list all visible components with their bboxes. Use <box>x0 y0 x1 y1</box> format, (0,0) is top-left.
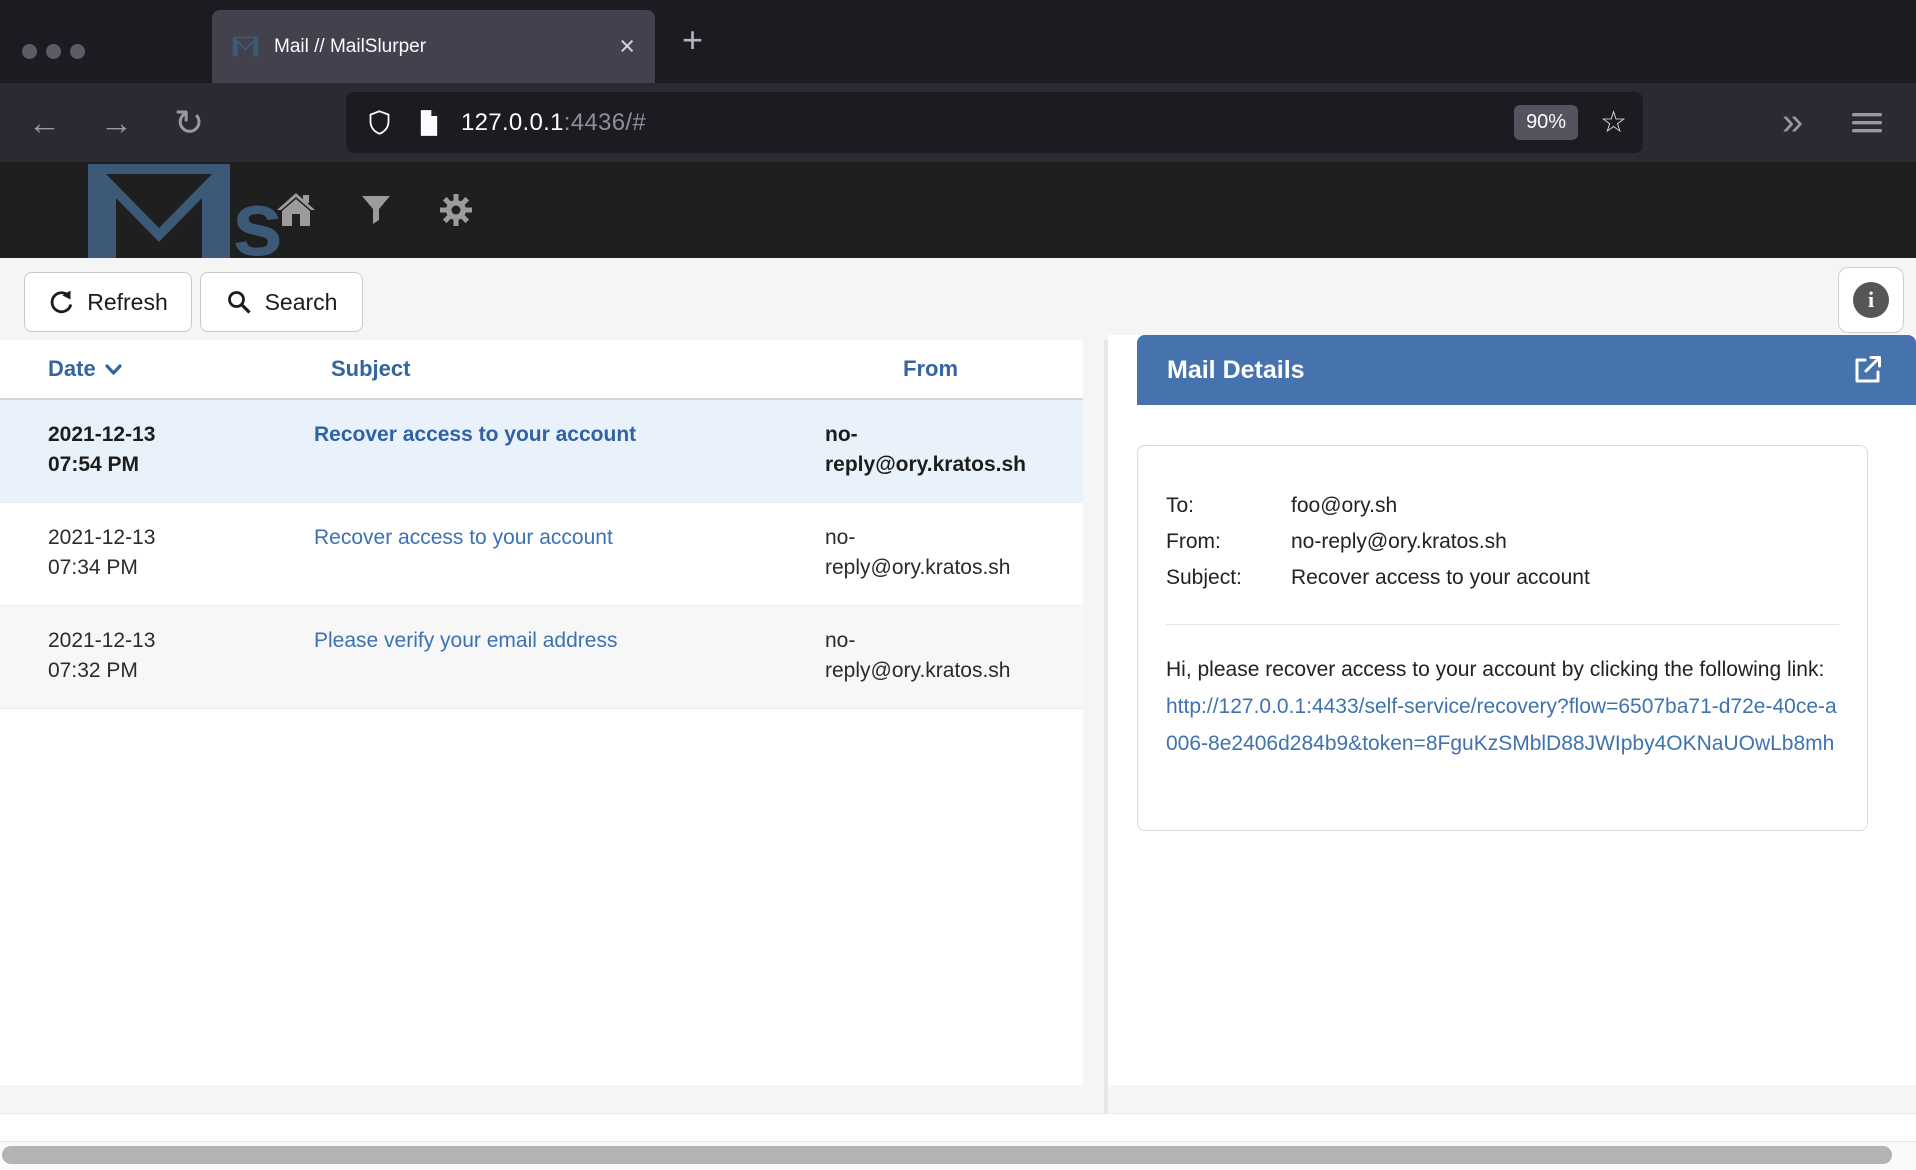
browser-tab-strip: Mail // MailSlurper × + <box>0 0 1916 83</box>
mailslurper-favicon-icon <box>232 36 259 57</box>
column-header-date[interactable]: Date <box>0 356 266 382</box>
shield-icon[interactable] <box>366 109 393 136</box>
mail-list-header: Date Subject From <box>0 340 1083 400</box>
window-dot-icon[interactable] <box>70 44 85 59</box>
search-button[interactable]: Search <box>200 272 363 332</box>
mail-details-header: Mail Details <box>1137 335 1916 405</box>
page-icon[interactable] <box>417 109 441 137</box>
url-bar[interactable]: 127.0.0.1:4436/# 90% ☆ <box>346 92 1643 153</box>
bookmark-star-icon[interactable]: ☆ <box>1600 105 1627 140</box>
refresh-button[interactable]: Refresh <box>24 272 192 332</box>
mail-from: no-reply@ory.kratos.sh <box>778 523 1083 583</box>
horizontal-scrollbar[interactable] <box>0 1142 1916 1170</box>
home-icon[interactable] <box>276 192 316 228</box>
tab-close-icon[interactable]: × <box>619 33 635 60</box>
mail-from: no-reply@ory.kratos.sh <box>778 420 1083 480</box>
back-icon[interactable]: ← <box>28 83 61 162</box>
refresh-icon <box>48 289 74 315</box>
mail-row[interactable]: 2021-12-13 07:54 PM Recover access to yo… <box>0 400 1083 503</box>
column-header-subject[interactable]: Subject <box>266 356 778 382</box>
zoom-level-badge[interactable]: 90% <box>1514 105 1578 140</box>
forward-icon[interactable]: → <box>100 83 133 162</box>
settings-gear-icon[interactable] <box>436 191 476 229</box>
browser-tab[interactable]: Mail // MailSlurper × <box>212 10 655 83</box>
subject-label: Subject: <box>1166 560 1291 596</box>
column-header-from[interactable]: From <box>778 356 1083 382</box>
mail-details-title: Mail Details <box>1167 356 1305 385</box>
to-value: foo@ory.sh <box>1291 488 1839 524</box>
open-external-icon[interactable] <box>1850 352 1886 388</box>
mail-subject-link[interactable]: Please verify your email address <box>314 629 617 652</box>
from-value: no-reply@ory.kratos.sh <box>1291 524 1839 560</box>
menu-hamburger-icon[interactable] <box>1850 83 1884 162</box>
mail-row[interactable]: 2021-12-13 07:34 PM Recover access to yo… <box>0 503 1083 606</box>
mail-date: 2021-12-13 07:32 PM <box>0 626 266 686</box>
new-tab-button[interactable]: + <box>682 22 703 58</box>
filter-icon[interactable] <box>356 193 396 227</box>
url-host: 127.0.0.1 <box>461 109 564 136</box>
from-label: From: <box>1166 524 1291 560</box>
mail-subject-link[interactable]: Recover access to your account <box>314 423 636 446</box>
window-controls[interactable] <box>22 44 85 59</box>
mail-body: Hi, please recover access to your accoun… <box>1166 651 1839 762</box>
reload-icon[interactable]: ↻ <box>174 83 204 162</box>
bottom-strip <box>0 1113 1916 1142</box>
browser-toolbar: ← → ↻ 127.0.0.1:4436/# 90% ☆ » <box>0 83 1916 162</box>
mail-body-text: Hi, please recover access to your accoun… <box>1166 658 1824 681</box>
card-divider <box>1166 624 1839 625</box>
mail-list-panel: Date Subject From 2021-12-13 07:54 PM Re… <box>0 340 1083 1085</box>
mail-row[interactable]: 2021-12-13 07:32 PM Please verify your e… <box>0 606 1083 709</box>
mail-details-panel: Mail Details To: foo@ory.sh From: no-rep… <box>1108 335 1916 1085</box>
mail-date: 2021-12-13 07:34 PM <box>0 523 266 583</box>
app-navbar: s <box>0 162 1916 258</box>
mailslurper-window: Mail // MailSlurper × + ← → ↻ 127.0.0.1:… <box>0 0 1916 1170</box>
sort-desc-chevron-icon <box>105 363 122 376</box>
window-dot-icon[interactable] <box>22 44 37 59</box>
mail-from: no-reply@ory.kratos.sh <box>778 626 1083 686</box>
overflow-chevrons-icon[interactable]: » <box>1782 83 1803 162</box>
to-label: To: <box>1166 488 1291 524</box>
info-icon: i <box>1853 282 1889 318</box>
scrollbar-thumb[interactable] <box>2 1146 1892 1164</box>
mail-details-card: To: foo@ory.sh From: no-reply@ory.kratos… <box>1137 445 1868 831</box>
search-icon <box>226 289 252 315</box>
recovery-link[interactable]: http://127.0.0.1:4433/self-service/recov… <box>1166 695 1837 755</box>
page-content: Refresh Search i Date Subject Fr <box>0 258 1916 1170</box>
window-dot-icon[interactable] <box>46 44 61 59</box>
subject-value: Recover access to your account <box>1291 560 1839 596</box>
url-path: :4436/# <box>564 109 646 136</box>
logo-m-icon <box>84 164 234 258</box>
mail-date: 2021-12-13 07:54 PM <box>0 420 266 480</box>
search-label: Search <box>265 289 338 316</box>
tab-title: Mail // MailSlurper <box>274 36 619 58</box>
refresh-label: Refresh <box>87 289 168 316</box>
mail-subject-link[interactable]: Recover access to your account <box>314 526 613 549</box>
url-text[interactable]: 127.0.0.1:4436/# <box>461 109 646 137</box>
info-button[interactable]: i <box>1838 267 1904 333</box>
